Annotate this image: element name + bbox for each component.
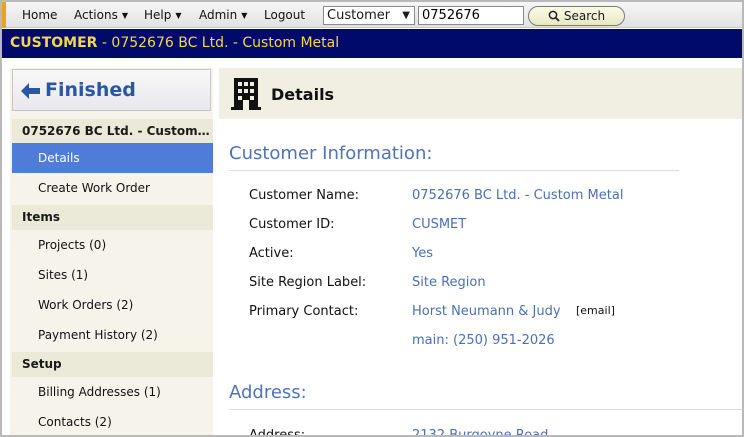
nav-actions-label: Actions <box>74 8 118 22</box>
nav-actions[interactable]: Actions ▼ <box>74 2 128 28</box>
finished-label: Finished <box>45 79 136 101</box>
record-title: 0752676 BC Ltd. - Custom Metal <box>111 35 340 51</box>
sidebar: Finished 0752676 BC Ltd. - Custom Metal … <box>10 68 213 435</box>
search-type-value: Customer <box>327 8 391 23</box>
nav-admin[interactable]: Admin ▼ <box>199 2 247 28</box>
search-button-label: Search <box>563 9 606 23</box>
sidebar-items-header: Items <box>12 205 213 230</box>
sidebar-item-work-orders[interactable]: Work Orders (2) <box>12 290 213 320</box>
nav-logout[interactable]: Logout <box>264 2 305 28</box>
magnifier-icon <box>548 10 560 22</box>
sidebar-item-contacts[interactable]: Contacts (2) <box>12 407 213 435</box>
customer-name-label: Customer Name: <box>249 188 360 203</box>
nav-admin-label: Admin <box>199 8 238 22</box>
customer-id-value[interactable]: CUSMET <box>412 217 466 232</box>
nav-help-label: Help <box>144 8 172 22</box>
top-nav-bar: Home Actions ▼ Help ▼ Admin ▼ Logout Custom… <box>2 2 742 28</box>
app-window: Home Actions ▼ Help ▼ Admin ▼ Logout Custom… <box>0 0 744 437</box>
search-input[interactable] <box>418 6 524 25</box>
record-title-bar: CUSTOMER - 0752676 BC Ltd. - Custom Meta… <box>2 29 742 58</box>
title-separator: - <box>101 35 107 51</box>
site-region-label: Site Region Label: <box>249 275 367 290</box>
caret-down-icon: ▼ <box>241 11 248 20</box>
customer-name-value[interactable]: 0752676 BC Ltd. - Custom Metal <box>412 188 623 203</box>
sidebar-item-create-work-order[interactable]: Create Work Order <box>12 173 213 203</box>
finished-button[interactable]: Finished <box>12 69 211 111</box>
address-value[interactable]: 2132 Burgoyne Road <box>412 428 548 435</box>
record-entity-type: CUSTOMER <box>10 35 98 51</box>
active-label: Active: <box>249 246 294 261</box>
address-heading: Address: <box>229 382 307 403</box>
active-value[interactable]: Yes <box>412 246 433 261</box>
customer-info-heading: Customer Information: <box>229 143 433 164</box>
chevron-down-icon: ▼ <box>402 10 410 21</box>
nav-help[interactable]: Help ▼ <box>144 2 182 28</box>
contact-email-link[interactable]: [email] <box>576 304 615 317</box>
primary-contact-value[interactable]: Horst Neumann & Judy <box>412 304 561 319</box>
arrow-left-icon <box>21 83 40 99</box>
search-button[interactable]: Search <box>528 6 625 26</box>
sidebar-item-sites[interactable]: Sites (1) <box>12 260 213 290</box>
section-divider <box>229 409 742 410</box>
site-region-value[interactable]: Site Region <box>412 275 486 290</box>
caret-down-icon: ▼ <box>121 11 128 20</box>
caret-down-icon: ▼ <box>175 11 182 20</box>
content-title: Details <box>271 85 335 104</box>
building-icon <box>231 78 261 110</box>
customer-id-label: Customer ID: <box>249 217 335 232</box>
section-divider <box>229 170 679 171</box>
sidebar-setup-header: Setup <box>12 352 213 377</box>
address-label: Address: <box>249 428 306 437</box>
sidebar-item-billing-addresses[interactable]: Billing Addresses (1) <box>12 377 213 407</box>
search-type-select[interactable]: Customer ▼ <box>323 6 415 25</box>
sidebar-item-projects[interactable]: Projects (0) <box>12 230 213 260</box>
primary-contact-label: Primary Contact: <box>249 304 359 319</box>
sidebar-item-payment-history[interactable]: Payment History (2) <box>12 320 213 350</box>
nav-accent-strip <box>2 2 6 28</box>
sidebar-item-details[interactable]: Details <box>12 143 213 173</box>
nav-home[interactable]: Home <box>22 2 57 28</box>
contact-phone-value[interactable]: main: (250) 951-2026 <box>412 333 555 348</box>
sidebar-record-header: 0752676 BC Ltd. - Custom Metal <box>12 119 213 144</box>
content-header: Details <box>219 68 742 119</box>
